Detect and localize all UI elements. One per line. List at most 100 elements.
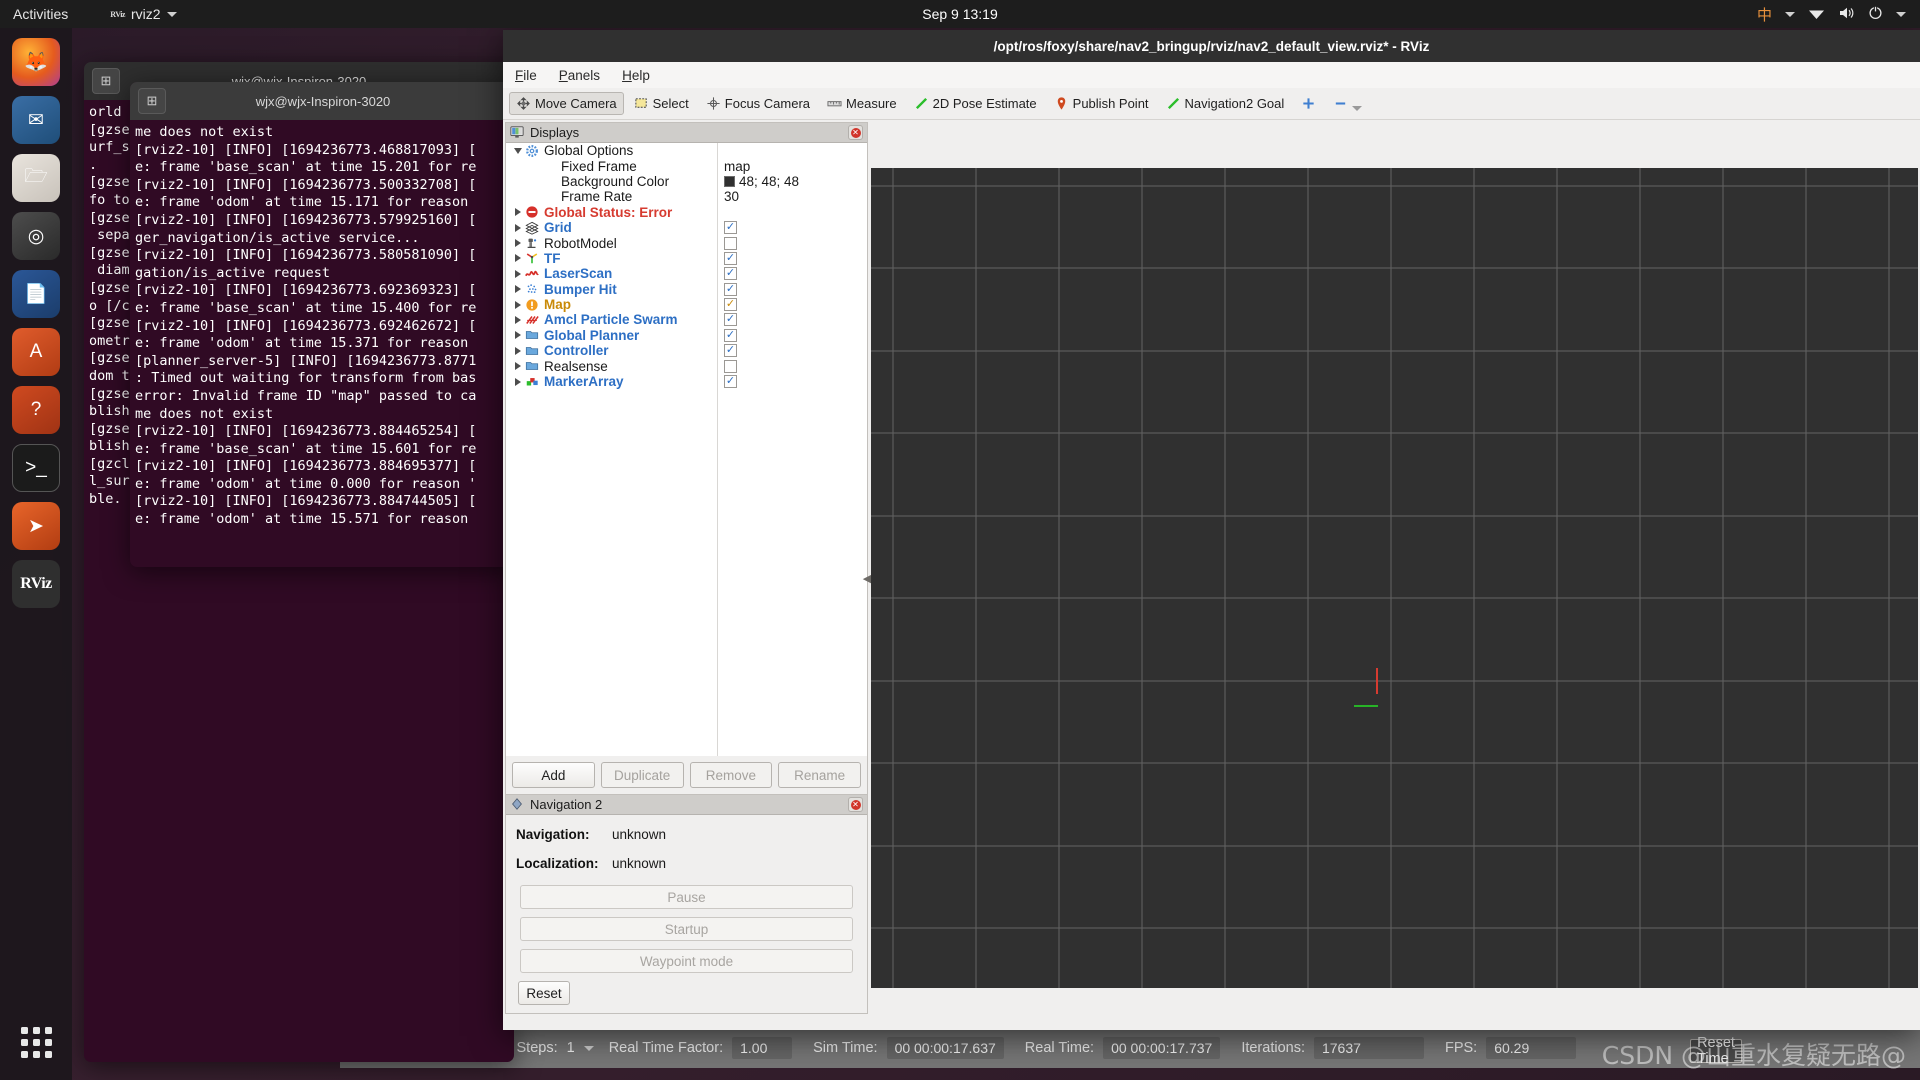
active-app-menu[interactable]: RViz rviz2 (110, 6, 177, 22)
toolbar-overflow-icon[interactable] (1352, 105, 1363, 111)
chevron-right-icon[interactable] (512, 223, 524, 232)
dock-item-libreoffice-writer[interactable]: 📄 (12, 270, 60, 318)
displays-button-row[interactable]: Add Duplicate Remove Rename (506, 756, 867, 794)
gnome-top-bar[interactable]: Activities RViz rviz2 Sep 9 13:19 中 (0, 0, 1920, 28)
activities-button[interactable]: Activities (13, 6, 68, 22)
display-row-background-color[interactable]: Background Color 48; 48; 48 (506, 174, 867, 189)
menu-panels[interactable]: Panels (559, 68, 600, 83)
terminal-window-front[interactable]: ⊞ wjx@wjx-Inspiron-3020 me does not exis… (130, 82, 516, 567)
display-enabled-checkbox[interactable]: ✓ (724, 221, 737, 235)
display-row-realsense[interactable]: Realsense (506, 358, 867, 374)
dock-item-rviz[interactable]: RViz (12, 560, 60, 608)
displays-panel-close-button[interactable]: ✕ (848, 125, 863, 140)
system-tray[interactable]: 中 (1757, 4, 1906, 25)
rviz-toolbar[interactable]: Move Camera Select Focus Camera Measure (503, 88, 1920, 120)
remove-button[interactable]: Remove (689, 762, 773, 788)
panel-splitter-handle[interactable]: ◀ (863, 570, 871, 586)
tool-publish-point[interactable]: Publish Point (1047, 92, 1156, 115)
tool-2d-pose-estimate[interactable]: 2D Pose Estimate (907, 92, 1044, 115)
startup-button[interactable]: Startup (520, 917, 853, 941)
dock-item-vscode[interactable]: ➤ (12, 502, 60, 550)
chevron-right-icon[interactable] (512, 377, 524, 386)
displays-panel[interactable]: Displays ✕ Global Options Fixed Frame map B… (505, 122, 868, 795)
dock-item-help[interactable]: ? (12, 386, 60, 434)
clock[interactable]: Sep 9 13:19 (922, 6, 998, 22)
tool-add-new[interactable] (1294, 92, 1323, 115)
chevron-down-icon[interactable] (1785, 11, 1795, 17)
navigation2-panel-close-button[interactable]: ✕ (848, 797, 863, 812)
display-enabled-checkbox[interactable]: ✓ (724, 313, 737, 327)
tool-move-camera[interactable]: Move Camera (509, 92, 624, 115)
show-applications-button[interactable] (12, 1018, 60, 1066)
display-enabled-checkbox[interactable] (724, 359, 737, 373)
chevron-down-icon[interactable] (512, 147, 524, 154)
rviz-titlebar[interactable]: /opt/ros/foxy/share/nav2_bringup/rviz/na… (503, 30, 1920, 62)
menu-file[interactable]: File (515, 68, 537, 83)
display-row-value[interactable]: 30 (724, 189, 739, 204)
display-enabled-checkbox[interactable]: ✓ (724, 251, 737, 265)
power-icon[interactable] (1868, 5, 1883, 23)
dock-item-terminal[interactable]: >_ (12, 444, 60, 492)
display-row-laserscan[interactable]: LaserScan ✓ (506, 266, 867, 281)
display-enabled-checkbox[interactable]: ✓ (724, 344, 737, 358)
menu-help[interactable]: Help (622, 68, 650, 83)
display-row-value[interactable]: map (724, 159, 750, 174)
display-row-frame-rate[interactable]: Frame Rate 30 (506, 189, 867, 204)
chevron-right-icon[interactable] (512, 285, 524, 294)
rviz-menubar[interactable]: File Panels Help (503, 62, 1920, 88)
display-enabled-checkbox[interactable]: ✓ (724, 375, 737, 389)
volume-icon[interactable] (1838, 6, 1855, 23)
chevron-right-icon[interactable] (512, 331, 524, 340)
display-enabled-checkbox[interactable]: ✓ (724, 298, 737, 312)
tool-navigation2-goal[interactable]: Navigation2 Goal (1159, 92, 1292, 115)
display-row-map[interactable]: Map ✓ (506, 297, 867, 312)
displays-tree[interactable]: Global Options Fixed Frame map Background C… (506, 143, 867, 756)
display-row-global-options[interactable]: Global Options (506, 143, 867, 158)
chevron-down-icon[interactable] (1896, 11, 1906, 17)
chevron-right-icon[interactable] (512, 346, 524, 355)
display-row-amcl-particle-swarm[interactable]: Amcl Particle Swarm ✓ (506, 312, 867, 327)
terminal-titlebar-front[interactable]: ⊞ wjx@wjx-Inspiron-3020 (130, 82, 516, 120)
chevron-right-icon[interactable] (512, 239, 524, 248)
ubuntu-dock[interactable]: 🦊 ✉ 🗁 ◎ 📄 A? >_ ➤ RViz (0, 28, 72, 1080)
tool-select[interactable]: Select (627, 92, 696, 115)
chevron-down-icon[interactable] (166, 11, 177, 17)
tool-remove[interactable] (1326, 92, 1369, 115)
steps-dropdown-icon[interactable] (583, 1045, 594, 1051)
dock-item-thunderbird[interactable]: ✉ (12, 96, 60, 144)
tool-measure[interactable]: Measure (820, 92, 904, 115)
display-row-robotmodel[interactable]: RobotModel (506, 235, 867, 251)
display-row-fixed-frame[interactable]: Fixed Frame map (506, 158, 867, 174)
display-row-global-planner[interactable]: Global Planner ✓ (506, 328, 867, 343)
display-row-grid[interactable]: Grid ✓ (506, 220, 867, 235)
dock-item-firefox[interactable]: 🦊 (12, 38, 60, 86)
dock-item-ubuntu-software[interactable]: A (12, 328, 60, 376)
rviz-window[interactable]: /opt/ros/foxy/share/nav2_bringup/rviz/na… (503, 30, 1920, 1030)
display-enabled-checkbox[interactable]: ✓ (724, 267, 737, 281)
tool-focus-camera[interactable]: Focus Camera (699, 92, 817, 115)
display-row-controller[interactable]: Controller ✓ (506, 343, 867, 358)
new-tab-icon[interactable]: ⊞ (92, 68, 120, 94)
display-enabled-checkbox[interactable] (724, 236, 737, 250)
new-tab-icon[interactable]: ⊞ (138, 88, 166, 114)
chevron-right-icon[interactable] (512, 269, 524, 278)
waypoint-mode-button[interactable]: Waypoint mode (520, 949, 853, 973)
chevron-right-icon[interactable] (512, 208, 524, 217)
rviz-3d-viewport[interactable] (871, 168, 1918, 988)
chevron-right-icon[interactable] (512, 254, 524, 263)
chevron-right-icon[interactable] (512, 362, 524, 371)
display-enabled-checkbox[interactable]: ✓ (724, 328, 737, 342)
display-row-tf[interactable]: TF ✓ (506, 251, 867, 266)
pause-button[interactable]: Pause (520, 885, 853, 909)
navigation2-panel[interactable]: Navigation 2 ✕ Navigation: unknown Local… (505, 795, 868, 1014)
add-button[interactable]: Add (512, 762, 595, 788)
display-row-markerarray[interactable]: MarkerArray ✓ (506, 374, 867, 389)
chevron-right-icon[interactable] (512, 315, 524, 324)
display-enabled-checkbox[interactable]: ✓ (724, 282, 737, 296)
wifi-icon[interactable] (1808, 6, 1825, 23)
display-row-value[interactable]: 48; 48; 48 (724, 174, 799, 189)
dock-item-rhythmbox[interactable]: ◎ (12, 212, 60, 260)
reset-button[interactable]: Reset (518, 981, 570, 1005)
display-row-bumper-hit[interactable]: Bumper Hit ✓ (506, 282, 867, 297)
chevron-right-icon[interactable] (512, 300, 524, 309)
